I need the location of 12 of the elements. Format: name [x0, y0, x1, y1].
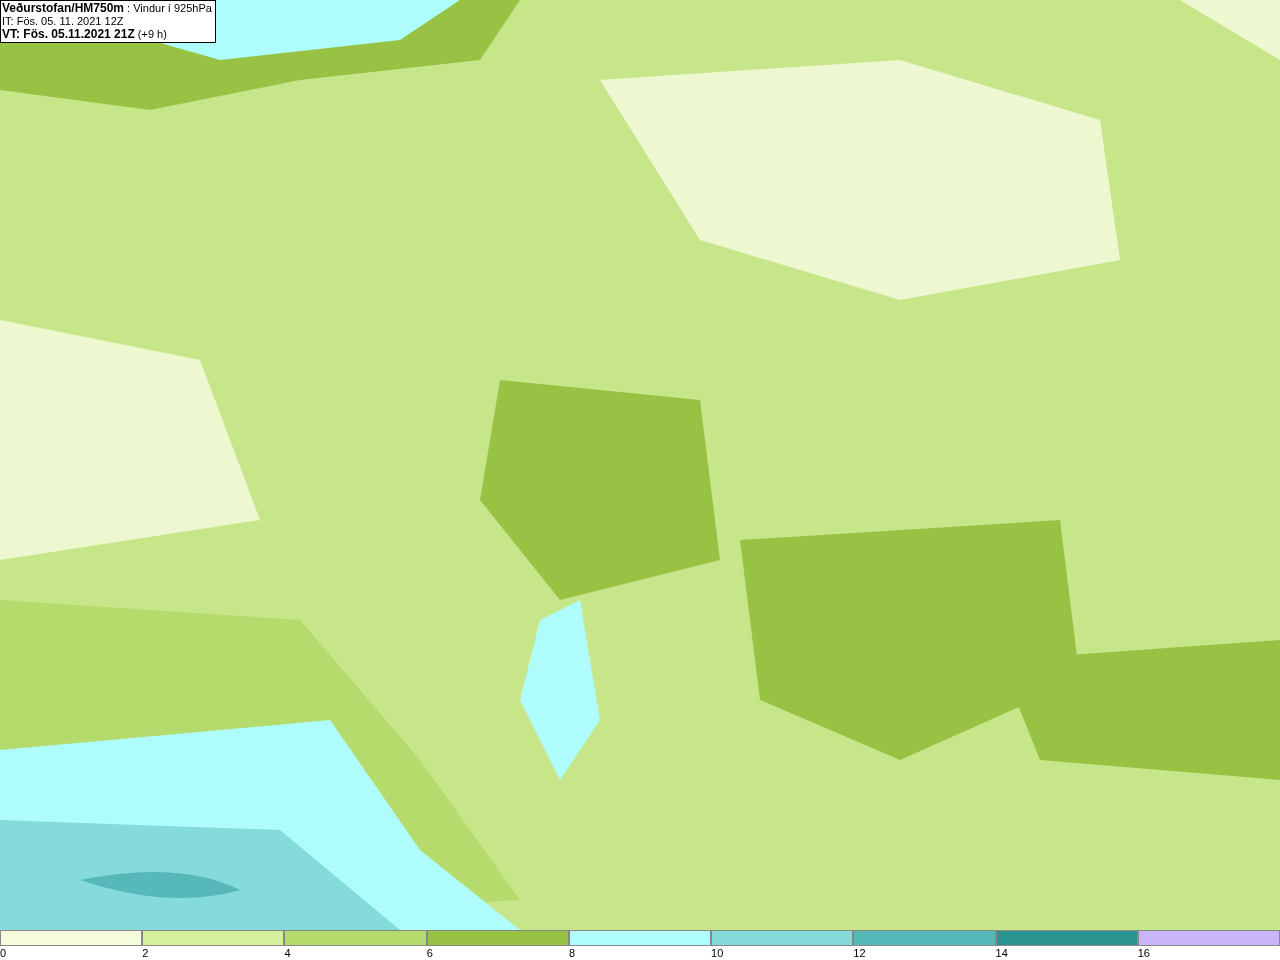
legend-label: 4: [284, 946, 291, 960]
legend-label: 10: [711, 946, 724, 960]
legend-label: 16: [1137, 946, 1150, 960]
info-text: Veðurstofan/HM750m : Vindur í 925hPa: [2, 2, 212, 15]
legend-label: 6: [426, 946, 433, 960]
legend-label: 2: [142, 946, 149, 960]
info-text: IT: Fös. 05. 11. 2021 12Z: [2, 15, 125, 28]
legend-label: 8: [568, 946, 575, 960]
legend-label: 0: [0, 946, 7, 960]
legend-label: 14: [995, 946, 1008, 960]
legend-label: 12: [853, 946, 866, 960]
info-text: VT: Fös. 05.11.2021 21Z (+9 h): [2, 28, 168, 41]
